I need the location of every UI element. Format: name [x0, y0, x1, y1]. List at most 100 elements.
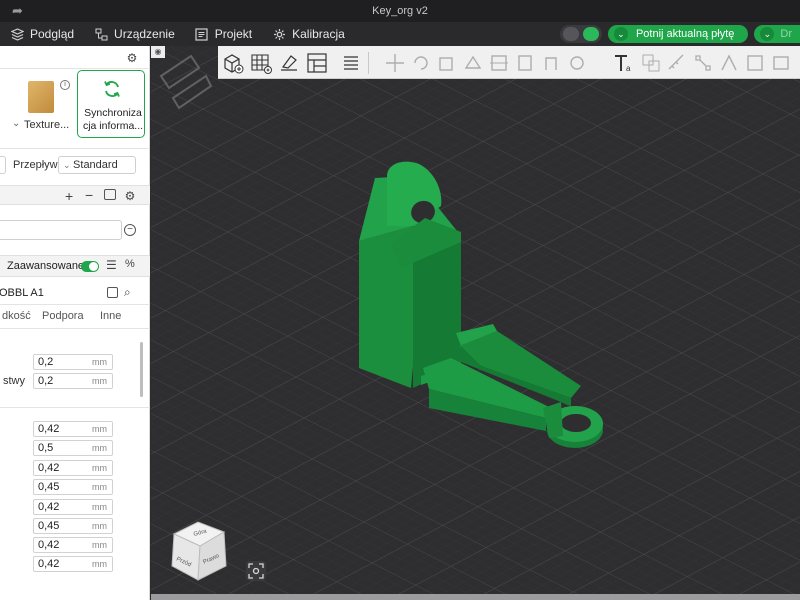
field-value: 0,2	[38, 356, 54, 368]
layer-height-field[interactable]: 0,2 mm	[33, 354, 113, 370]
field-value: 0,45	[38, 481, 60, 493]
rotate-icon[interactable]	[410, 52, 432, 74]
menu-label: Urządzenie	[114, 27, 175, 41]
auto-orient-icon[interactable]	[278, 52, 300, 74]
line-width-field[interactable]: 0,42 mm	[33, 499, 113, 515]
print-button[interactable]: ⌄ Dr	[754, 25, 800, 43]
line-width-field[interactable]: 0,42 mm	[33, 460, 113, 476]
svg-text:a: a	[626, 64, 631, 73]
chevron-down-icon[interactable]: ⌄	[12, 118, 20, 129]
calibration-icon	[272, 27, 286, 41]
emboss-icon[interactable]	[718, 52, 740, 74]
viewport-toolbar: a	[218, 46, 800, 79]
measure-icon[interactable]	[666, 52, 688, 74]
view-mode-3d-icon[interactable]	[562, 27, 579, 41]
advanced-toggle[interactable]	[81, 261, 99, 272]
flow-select[interactable]: ⌄ Standard	[58, 156, 136, 174]
field-unit: mm	[92, 376, 107, 386]
text-tool-icon[interactable]: a	[612, 52, 634, 74]
tab-other[interactable]: Inne	[100, 310, 121, 322]
line-width-field[interactable]: 0,42 mm	[33, 537, 113, 553]
menu-label: Podgląd	[30, 27, 75, 41]
process-header: Zaawansowane ☰ %	[0, 255, 150, 277]
object-search-field[interactable]	[0, 220, 122, 240]
print-label: Dr	[780, 28, 792, 40]
sync-filament-button[interactable]: Synchroniza cja informa...	[77, 70, 145, 138]
field-value: 0,42	[38, 462, 60, 474]
slice-plate-label: Potnij aktualną płytę	[635, 28, 735, 40]
field-value: 0,2	[38, 375, 54, 387]
fit-view-icon[interactable]	[246, 561, 266, 581]
menu-projekt[interactable]: Projekt	[185, 22, 262, 46]
filament-texture-tile[interactable]: i ⌄ Texture...	[8, 70, 74, 138]
navigation-cube[interactable]: Góra Przód Prawo	[162, 516, 232, 588]
info-icon[interactable]: i	[60, 80, 70, 90]
title-bar: ➦ Key_org v2	[0, 0, 800, 22]
menu-urzadzenie[interactable]: Urządzenie	[84, 22, 185, 46]
field-unit: mm	[92, 502, 107, 512]
assembly-icon[interactable]	[692, 52, 714, 74]
first-layer-height-field[interactable]: 0,2 mm	[33, 373, 113, 389]
field-unit: mm	[92, 540, 107, 550]
move-icon[interactable]	[384, 52, 406, 74]
field-unit: mm	[92, 559, 107, 569]
add-icon[interactable]: +	[65, 188, 73, 204]
left-dropdown-cut[interactable]	[0, 156, 6, 174]
field-unit: mm	[92, 463, 107, 473]
cut-icon[interactable]	[488, 52, 510, 74]
chevron-down-icon[interactable]: ⌄	[760, 27, 775, 41]
texture-label: Texture...	[24, 119, 70, 131]
view-mode-switch[interactable]	[559, 25, 602, 43]
field-unit: mm	[92, 443, 107, 453]
add-cube-icon[interactable]	[222, 52, 244, 74]
save-icon[interactable]	[107, 287, 118, 298]
field-unit: mm	[92, 357, 107, 367]
gear-icon[interactable]: ⚙	[125, 51, 139, 65]
menu-kalibracja[interactable]: Kalibracja	[262, 22, 355, 46]
search-icon[interactable]: ⌕	[124, 285, 131, 300]
split-icon[interactable]	[744, 52, 766, 74]
chevron-down-icon[interactable]: ⌄	[613, 27, 628, 41]
field-value: 0,45	[38, 520, 60, 532]
3d-viewport[interactable]	[151, 46, 800, 600]
view-mode-active-icon[interactable]	[582, 27, 599, 41]
gear-icon[interactable]: ⚙	[123, 189, 137, 203]
more-tools-icon[interactable]	[770, 52, 792, 74]
support-paint-icon[interactable]	[514, 52, 536, 74]
line-width-field[interactable]: 0,5 mm	[33, 440, 113, 456]
cube-stack-icon	[10, 27, 24, 41]
list-icon[interactable]: ☰	[106, 258, 117, 272]
tab-strength[interactable]: dkość	[2, 310, 31, 322]
lay-on-face-icon[interactable]	[462, 52, 484, 74]
project-icon	[195, 27, 209, 41]
line-width-field[interactable]: 0,45 mm	[33, 518, 113, 534]
remove-icon[interactable]: −	[85, 187, 93, 203]
layers-list-icon[interactable]	[340, 52, 362, 74]
minus-circle-icon[interactable]: −	[124, 224, 136, 236]
line-width-field[interactable]: 0,45 mm	[33, 479, 113, 495]
menu-bar: Podgląd Urządzenie Projekt Kalibracja ⌄ …	[0, 22, 800, 46]
line-width-field[interactable]: 0,42 mm	[33, 421, 113, 437]
scale-icon[interactable]	[436, 52, 458, 74]
tab-support[interactable]: Podpora	[42, 310, 84, 322]
texture-swatch	[28, 81, 54, 113]
plate-objects-header: + − ⚙	[0, 185, 150, 205]
process-tabs: dkość Podpora Inne	[0, 310, 150, 326]
slice-plate-button[interactable]: ⌄ Potnij aktualną płytę	[607, 25, 749, 43]
settings-scrollbar[interactable]	[140, 342, 143, 397]
device-icon	[94, 27, 108, 41]
add-plate-icon[interactable]	[250, 52, 272, 74]
sync-label: Synchroniza cja informa...	[82, 107, 144, 132]
toolbar-separator	[368, 52, 369, 74]
printer-preset-name[interactable]: OBBL A1	[0, 287, 44, 299]
first-layer-label: stwy	[3, 375, 25, 387]
boolean-icon[interactable]	[640, 52, 662, 74]
percent-icon[interactable]: %	[125, 258, 135, 270]
eye-icon[interactable]: ◉	[151, 46, 165, 58]
line-width-field[interactable]: 0,42 mm	[33, 556, 113, 572]
menu-podglad[interactable]: Podgląd	[0, 22, 84, 46]
plate-settings-icon[interactable]	[104, 189, 116, 200]
arrange-icon[interactable]	[306, 52, 328, 74]
seam-paint-icon[interactable]	[540, 52, 562, 74]
color-paint-icon[interactable]	[566, 52, 588, 74]
